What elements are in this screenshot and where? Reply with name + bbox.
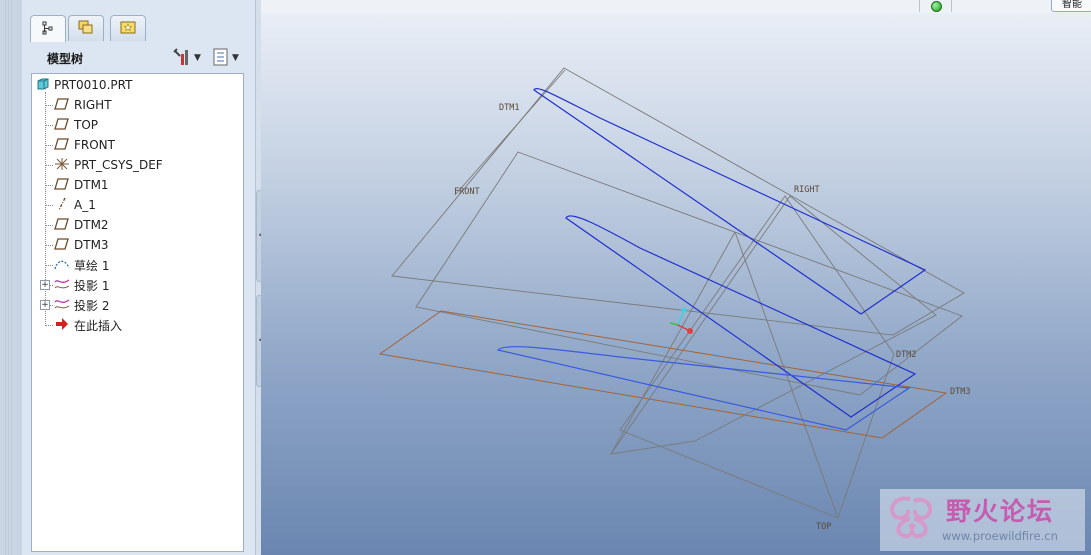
label-dtm2: DTM2 [896, 350, 916, 360]
tree-branch [45, 105, 53, 106]
chevron-down-icon: ▼ [194, 53, 201, 63]
expand-toggle[interactable]: + [40, 300, 50, 310]
tree-item-prt-csys-def[interactable]: PRT_CSYS_DEF [54, 155, 163, 175]
tree-item-dtm1[interactable]: DTM1 [54, 175, 109, 195]
sketch-icon [54, 257, 70, 274]
tree-root[interactable]: PRT0010.PRT [36, 75, 132, 95]
datum-edge [454, 69, 566, 196]
tree-branch [45, 245, 53, 246]
tree-branch [45, 325, 53, 326]
datum-plane-right [610, 195, 937, 455]
tree-branch [45, 125, 53, 126]
projection-icon [54, 297, 70, 314]
tree-item-a-1[interactable]: A_1 [54, 195, 96, 215]
tree-item-dtm2[interactable]: DTM2 [54, 215, 109, 235]
datum-plane-icon [54, 137, 70, 153]
tree-item-label: RIGHT [74, 98, 112, 112]
datum-plane-icon [54, 117, 70, 133]
tree-branch [45, 165, 53, 166]
tab-favorites[interactable] [110, 15, 146, 41]
tree-item-label: TOP [74, 118, 99, 132]
projection-icon [54, 277, 70, 294]
tree-branch [45, 205, 53, 206]
tree-item-projection-1[interactable]: 投影 1 [54, 275, 109, 295]
model-tree: PRT0010.PRT RIGHT TOP FRONT PRT_CSYS_DEF… [31, 73, 244, 552]
tree-branch [45, 145, 53, 146]
coordinate-system-icon [54, 157, 70, 174]
smart-filter-select[interactable]: 智能 [1051, 0, 1091, 12]
tree-branch [45, 185, 53, 186]
datum-plane-icon [54, 237, 70, 253]
insert-here-arrow-icon [54, 317, 70, 334]
tree-item-label: DTM1 [74, 178, 109, 192]
projection-curve-2 [496, 346, 911, 431]
graphics-window[interactable]: DTM1 FRONT RIGHT DTM2 DTM3 TOP [261, 13, 1091, 555]
chevron-down-icon: ▼ [232, 53, 239, 63]
favorites-tab-icon [119, 19, 137, 38]
label-right: RIGHT [794, 185, 820, 195]
label-dtm1: DTM1 [499, 103, 519, 113]
status-led-icon [931, 1, 942, 12]
datum-plane-icon [54, 217, 70, 233]
window-frame-left [0, 0, 23, 555]
tab-folder-browser[interactable] [68, 15, 104, 41]
tree-branch [45, 225, 53, 226]
datum-edge [610, 231, 736, 455]
tree-item-label: 投影 2 [74, 298, 110, 313]
tree-settings-button[interactable]: ▼ [172, 47, 201, 69]
tree-item-insert-here[interactable]: 在此插入 [54, 315, 122, 335]
tree-item-label: PRT_CSYS_DEF [74, 158, 163, 172]
watermark-url: www.proewildfire.cn [942, 529, 1058, 543]
folder-browser-tab-icon [77, 19, 95, 38]
tree-item-sketch-1[interactable]: 草绘 1 [54, 255, 109, 275]
tab-model-tree[interactable] [30, 15, 66, 42]
status-strip: 智能 [261, 0, 1091, 14]
tree-item-label: 在此插入 [74, 318, 123, 333]
datum-plane-icon [54, 177, 70, 193]
model-tree-tab-icon [40, 20, 56, 39]
model-view: DTM1 FRONT RIGHT DTM2 DTM3 TOP [378, 67, 970, 532]
expand-toggle[interactable]: + [40, 280, 50, 290]
datum-plane-dtm3 [378, 310, 948, 439]
label-front: FRONT [454, 187, 480, 197]
tree-item-label: DTM2 [74, 218, 109, 232]
tree-branch [45, 265, 53, 266]
datum-plane-icon [54, 97, 70, 113]
watermark-title: 野火论坛 [946, 497, 1055, 526]
tree-show-button[interactable]: ▼ [212, 48, 239, 68]
label-top: TOP [816, 522, 831, 532]
tree-item-label: 投影 1 [74, 278, 110, 293]
tree-item-right[interactable]: RIGHT [54, 95, 112, 115]
tree-item-label: A_1 [74, 198, 96, 212]
tree-item-label: 草绘 1 [74, 258, 110, 273]
tree-item-label: FRONT [74, 138, 115, 152]
part-icon [36, 77, 50, 94]
tree-root-label: PRT0010.PRT [54, 78, 133, 92]
tree-guide-line [45, 92, 46, 326]
tree-item-front[interactable]: FRONT [54, 135, 115, 155]
datum-plane-dtm1 [391, 67, 965, 336]
panel-title: 模型树 [47, 52, 84, 66]
navigator-panel: 模型树 ▼ ▼ PRT0010.PRT RIGHT TOP FRONT PRT_… [22, 0, 255, 555]
list-icon [212, 48, 230, 69]
tree-item-top[interactable]: TOP [54, 115, 98, 135]
navigator-header: 模型树 ▼ ▼ [22, 41, 255, 71]
sketch-curve [533, 88, 927, 315]
tree-item-projection-2[interactable]: 投影 2 [54, 295, 109, 315]
label-dtm3: DTM3 [950, 387, 970, 397]
tools-icon [172, 47, 192, 69]
tree-item-dtm3[interactable]: DTM3 [54, 235, 109, 255]
tree-item-label: DTM3 [74, 238, 109, 252]
datum-axis-icon [54, 197, 70, 214]
watermark: 野火论坛 www.proewildfire.cn [880, 489, 1085, 551]
